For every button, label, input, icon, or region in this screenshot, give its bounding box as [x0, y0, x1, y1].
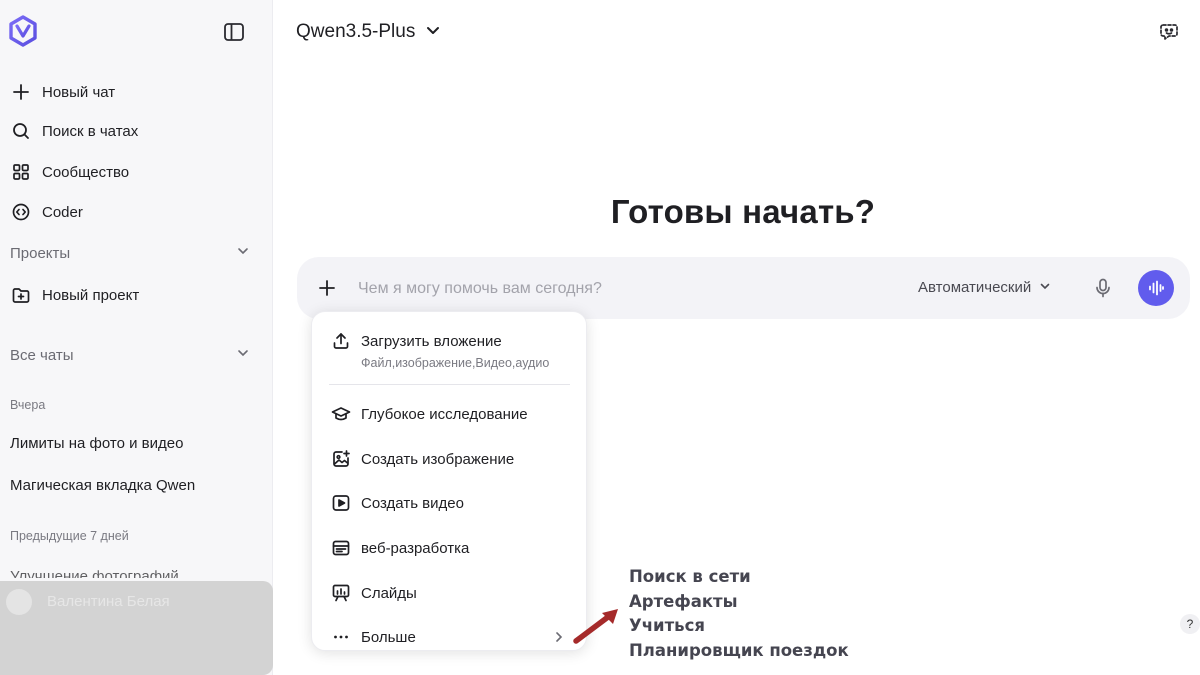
chat-input[interactable] [358, 277, 878, 301]
presentation-icon [330, 582, 352, 604]
chevron-down-icon [425, 22, 441, 44]
create-video-label: Создать видео [361, 494, 464, 512]
new-project-label: Новый проект [42, 286, 140, 304]
more-label: Больше [361, 628, 416, 646]
chevron-right-icon [552, 630, 566, 644]
help-button[interactable]: ? [1180, 614, 1200, 634]
microphone-icon[interactable] [1091, 276, 1115, 300]
web-dev-item[interactable]: веб-разработка [330, 537, 570, 559]
image-plus-icon [330, 448, 352, 470]
upload-label: Загрузить вложение [361, 332, 502, 350]
chat-item[interactable]: Магическая вкладка Qwen [10, 477, 195, 494]
chevron-down-icon [236, 244, 250, 262]
graduation-cap-icon [330, 403, 352, 425]
deep-research-label: Глубокое исследование [361, 405, 528, 423]
all-chats-label: Все чаты [10, 346, 74, 364]
model-selector[interactable]: Qwen3.5-Plus [296, 20, 441, 44]
projects-label: Проекты [10, 244, 71, 262]
user-name: Валентина Белая [47, 593, 170, 610]
mode-selector[interactable]: Автоматический [918, 279, 1051, 296]
slides-label: Слайды [361, 584, 417, 602]
model-name: Qwen3.5-Plus [296, 21, 416, 42]
sidebar: Новый чат Поиск в чатах Сообщество Coder… [0, 0, 273, 675]
menu-divider [329, 384, 570, 385]
annotation-item: Планировщик поездок [629, 640, 849, 660]
upload-icon [330, 330, 352, 352]
chat-item[interactable]: Улучшение фотографий [10, 566, 179, 578]
code-icon [10, 201, 32, 223]
attach-plus-button[interactable] [315, 276, 339, 300]
sidebar-toggle-icon[interactable] [222, 20, 246, 44]
annotation-item: Учиться [629, 616, 705, 635]
annotation-item: Артефакты [629, 591, 738, 611]
qwen-logo-icon[interactable] [6, 14, 40, 48]
chevron-down-icon [236, 346, 250, 364]
annotation-item: Поиск в сети [629, 567, 751, 586]
chat-composer: Автоматический [297, 257, 1190, 319]
more-item[interactable]: Больше [330, 626, 570, 648]
mode-label: Автоматический [918, 279, 1032, 296]
upload-attachment-item[interactable]: Загрузить вложение [330, 330, 570, 352]
video-icon [330, 492, 352, 514]
page-title: Готовы начать? [610, 193, 876, 230]
community-label: Сообщество [42, 163, 130, 181]
web-dev-label: веб-разработка [361, 539, 470, 557]
create-video-item[interactable]: Создать видео [330, 492, 570, 514]
folder-plus-icon [10, 284, 32, 306]
grid-icon [10, 161, 32, 183]
waveform-icon [1149, 280, 1164, 296]
attach-menu: Загрузить вложение Файл,изображение,Виде… [311, 311, 587, 651]
more-submenu-annotation: Поиск в сети Артефакты Учиться Планировщ… [629, 565, 849, 663]
search-chats-label: Поиск в чатах [42, 122, 139, 140]
avatar [6, 589, 32, 615]
slides-item[interactable]: Слайды [330, 582, 570, 604]
new-project-button[interactable]: Новый проект [10, 281, 139, 309]
chevron-down-icon [1039, 279, 1051, 296]
projects-section-toggle[interactable]: Проекты [10, 244, 250, 262]
create-image-label: Создать изображение [361, 450, 515, 468]
coder-button[interactable]: Coder [10, 198, 83, 226]
coder-label: Coder [42, 203, 83, 221]
search-icon [10, 120, 32, 142]
upload-subtitle: Файл,изображение,Видео,аудио [361, 356, 550, 370]
new-chat-label: Новый чат [42, 83, 116, 101]
temporary-chat-icon[interactable] [1157, 20, 1181, 44]
chat-item[interactable]: Лимиты на фото и видео [10, 435, 183, 452]
community-button[interactable]: Сообщество [10, 158, 129, 186]
group-label-yesterday: Вчера [10, 398, 46, 412]
user-profile-overlay[interactable]: Валентина Белая [0, 581, 273, 675]
create-image-item[interactable]: Создать изображение [330, 448, 570, 470]
new-chat-button[interactable]: Новый чат [10, 78, 115, 106]
annotation-arrow-icon [573, 609, 618, 644]
all-chats-section-toggle[interactable]: Все чаты [10, 346, 250, 364]
voice-mode-button[interactable] [1138, 270, 1174, 306]
plus-icon [10, 81, 32, 103]
group-label-previous-7-days: Предыдущие 7 дней [10, 529, 129, 543]
deep-research-item[interactable]: Глубокое исследование [330, 403, 570, 425]
browser-window-icon [330, 537, 352, 559]
more-dots-icon [330, 626, 352, 648]
search-chats-button[interactable]: Поиск в чатах [10, 117, 138, 145]
